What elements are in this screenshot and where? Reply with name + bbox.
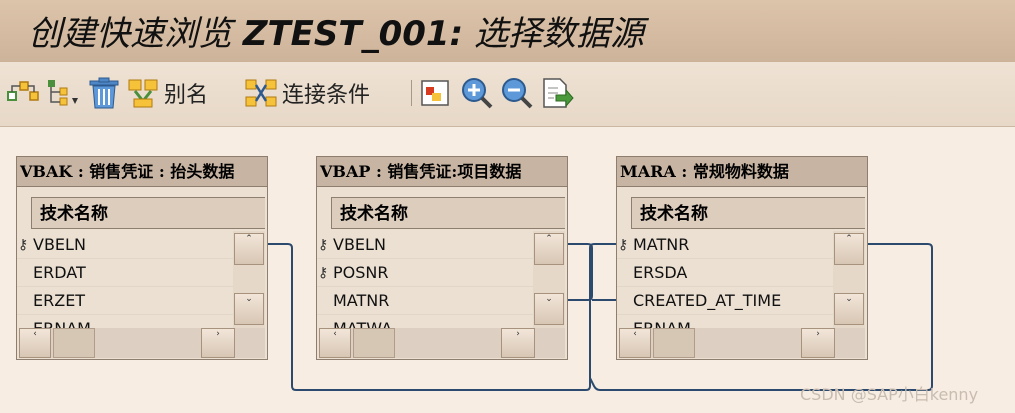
column-header[interactable]: 技术名称 (331, 197, 565, 229)
scroll-down-button[interactable]: ⌄ (534, 293, 564, 325)
scroll-left-button[interactable]: ‹ (619, 328, 651, 358)
table-vbap[interactable]: VBAP : 销售凭证:项目数据 技术名称 ⚷ VBELN ⚷ POSNR MATN… (316, 156, 568, 360)
key-icon: ⚷ (318, 265, 329, 281)
horizontal-scrollbar[interactable]: ‹ › (19, 328, 265, 358)
join-icon (245, 79, 277, 107)
join-conditions-button[interactable]: 连接条件 (244, 76, 370, 110)
column-header[interactable]: 技术名称 (31, 197, 265, 229)
expand-tree-button[interactable] (46, 76, 82, 110)
table-header[interactable]: VBAP : 销售凭证:项目数据 (317, 157, 567, 187)
field-row[interactable]: MATNR (317, 287, 533, 315)
horizontal-scrollbar[interactable]: ‹ › (619, 328, 865, 358)
join-conditions-label: 连接条件 (282, 83, 371, 108)
field-row[interactable]: MATWA (317, 315, 533, 328)
field-row[interactable]: ERZET (17, 287, 233, 315)
table-header[interactable]: VBAK : 销售凭证 : 抬头数据 (17, 157, 267, 187)
horizontal-scrollbar[interactable]: ‹ › (319, 328, 565, 358)
scroll-right-button[interactable]: › (801, 328, 835, 358)
trash-icon (89, 77, 119, 109)
field-row[interactable]: ⚷ VBELN (17, 231, 233, 259)
application-toolbar: 别名 连接条件 (0, 62, 1015, 127)
field-row[interactable]: ⚷ VBELN (317, 231, 533, 259)
zoom-out-icon (502, 78, 533, 109)
export-button[interactable] (540, 76, 574, 110)
table-vbak[interactable]: VBAK : 销售凭证 : 抬头数据 技术名称 ⚷ VBELN ERDAT ERZ… (16, 156, 268, 360)
scroll-left-button[interactable]: ‹ (319, 328, 351, 358)
field-row[interactable]: ERDAT (17, 259, 233, 287)
overview-icon (421, 80, 449, 106)
scroll-right-button[interactable]: › (201, 328, 235, 358)
toolbar-separator (411, 80, 412, 106)
vertical-scrollbar[interactable]: ⌃ ⌄ (233, 231, 265, 328)
scroll-thumb[interactable] (653, 328, 695, 358)
alias-icon (128, 79, 158, 108)
field-row[interactable]: ERNAM (617, 315, 833, 328)
key-icon: ⚷ (18, 237, 29, 253)
key-icon: ⚷ (318, 237, 329, 253)
field-row[interactable]: ⚷ MATNR (617, 231, 833, 259)
scroll-down-button[interactable]: ⌄ (834, 293, 864, 325)
scroll-right-button[interactable]: › (501, 328, 535, 358)
zoom-out-button[interactable] (500, 76, 534, 110)
scroll-thumb[interactable] (53, 328, 95, 358)
scroll-down-button[interactable]: ⌄ (234, 293, 264, 325)
field-list: ⚷MATNR ERSDA CREATED_AT_TIME ERNAM (617, 231, 833, 328)
hierarchy-button[interactable] (6, 76, 42, 110)
field-row[interactable]: CREATED_AT_TIME (617, 287, 833, 315)
key-icon: ⚷ (618, 237, 629, 253)
watermark: CSDN @SAP小白kenny (800, 385, 979, 404)
overview-button[interactable] (420, 76, 452, 110)
column-header[interactable]: 技术名称 (631, 197, 865, 229)
table-header[interactable]: MARA : 常规物料数据 (617, 157, 867, 187)
field-row[interactable]: ERSDA (617, 259, 833, 287)
scroll-up-button[interactable]: ⌃ (534, 233, 564, 265)
field-list: ⚷VBELN ⚷POSNR MATNR MATWA (317, 231, 533, 328)
window-title: 创建快速浏览 ZTEST_001: 选择数据源 (28, 14, 644, 54)
scroll-thumb[interactable] (353, 328, 395, 358)
field-row[interactable]: ERNAM (17, 315, 233, 328)
title-bar: 创建快速浏览 ZTEST_001: 选择数据源 (0, 0, 1015, 63)
scroll-up-button[interactable]: ⌃ (234, 233, 264, 265)
export-icon (543, 78, 574, 108)
vertical-scrollbar[interactable]: ⌃ ⌄ (833, 231, 865, 328)
delete-button[interactable] (86, 76, 122, 110)
table-mara[interactable]: MARA : 常规物料数据 技术名称 ⚷ MATNR ERSDA CREATED_… (616, 156, 868, 360)
alias-button[interactable]: 别名 (126, 76, 208, 110)
hierarchy-icon (7, 81, 39, 101)
field-list: ⚷VBELN ERDAT ERZET ERNAM (17, 231, 233, 328)
scroll-up-button[interactable]: ⌃ (834, 233, 864, 265)
scroll-left-button[interactable]: ‹ (19, 328, 51, 358)
zoom-in-button[interactable] (460, 76, 494, 110)
tree-expand-icon (48, 80, 78, 106)
vertical-scrollbar[interactable]: ⌃ ⌄ (533, 231, 565, 328)
field-row[interactable]: ⚷ POSNR (317, 259, 533, 287)
alias-label: 别名 (164, 83, 209, 108)
zoom-in-icon (462, 78, 493, 109)
